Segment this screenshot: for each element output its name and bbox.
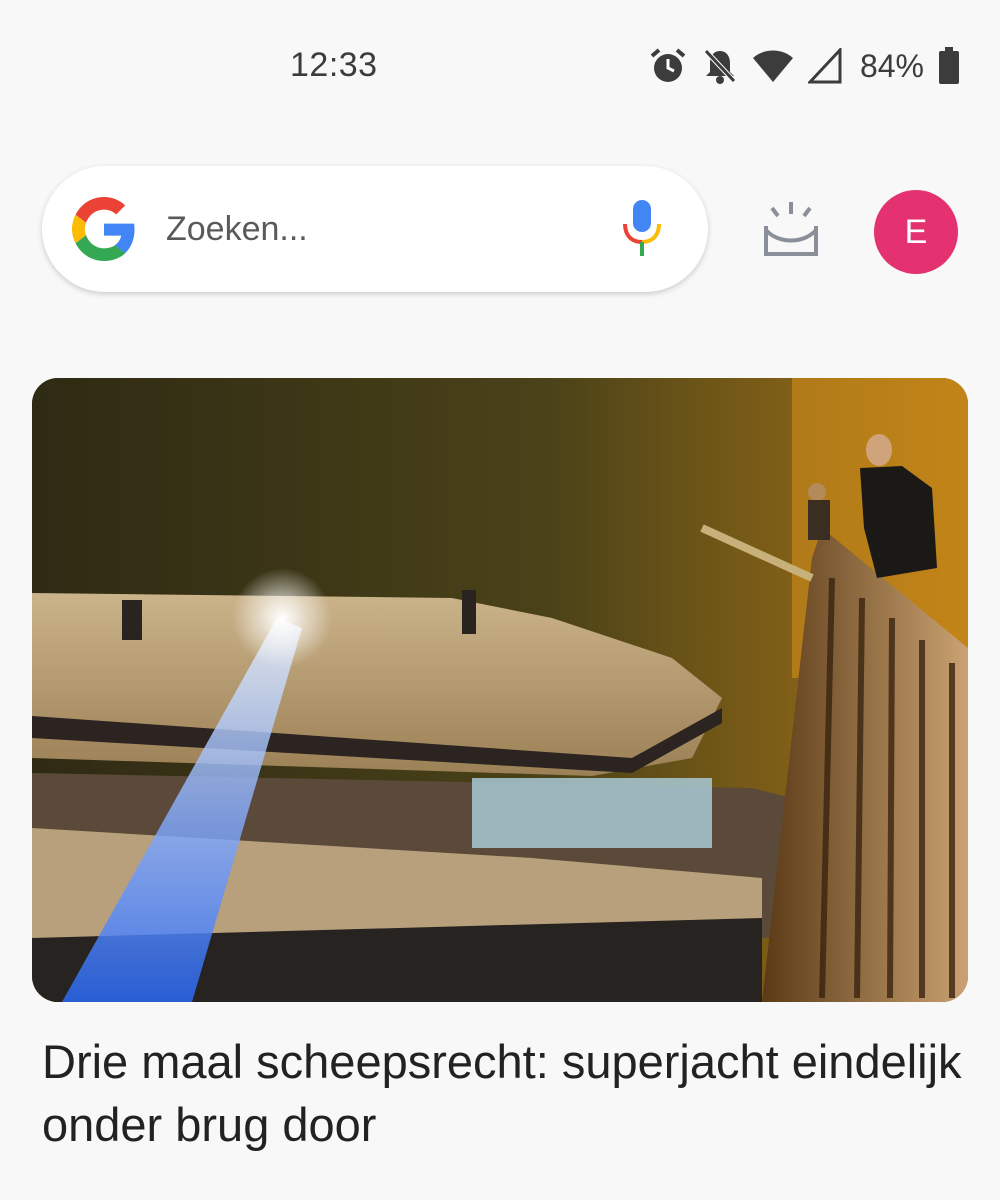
notifications-off-icon [702,47,738,85]
yacht-photo [32,378,968,1002]
snapshot-icon[interactable] [760,200,822,260]
news-card-image[interactable] [32,378,968,1002]
status-time: 12:33 [290,46,378,84]
status-icons: 84% [648,42,960,90]
cell-signal-icon [807,48,842,84]
microphone-icon[interactable] [620,198,664,260]
account-avatar[interactable]: E [874,190,958,274]
search-input[interactable]: Zoeken... [166,210,620,249]
battery-percentage: 84% [859,47,924,84]
battery-icon [938,47,960,85]
google-logo-icon [72,197,135,261]
wifi-icon [752,48,794,84]
alarm-icon [648,46,688,86]
search-bar[interactable]: Zoeken... [42,166,708,292]
news-card-headline[interactable]: Drie maal scheepsrecht: superjacht einde… [42,1030,962,1156]
status-bar: 12:33 84% [0,0,1000,130]
